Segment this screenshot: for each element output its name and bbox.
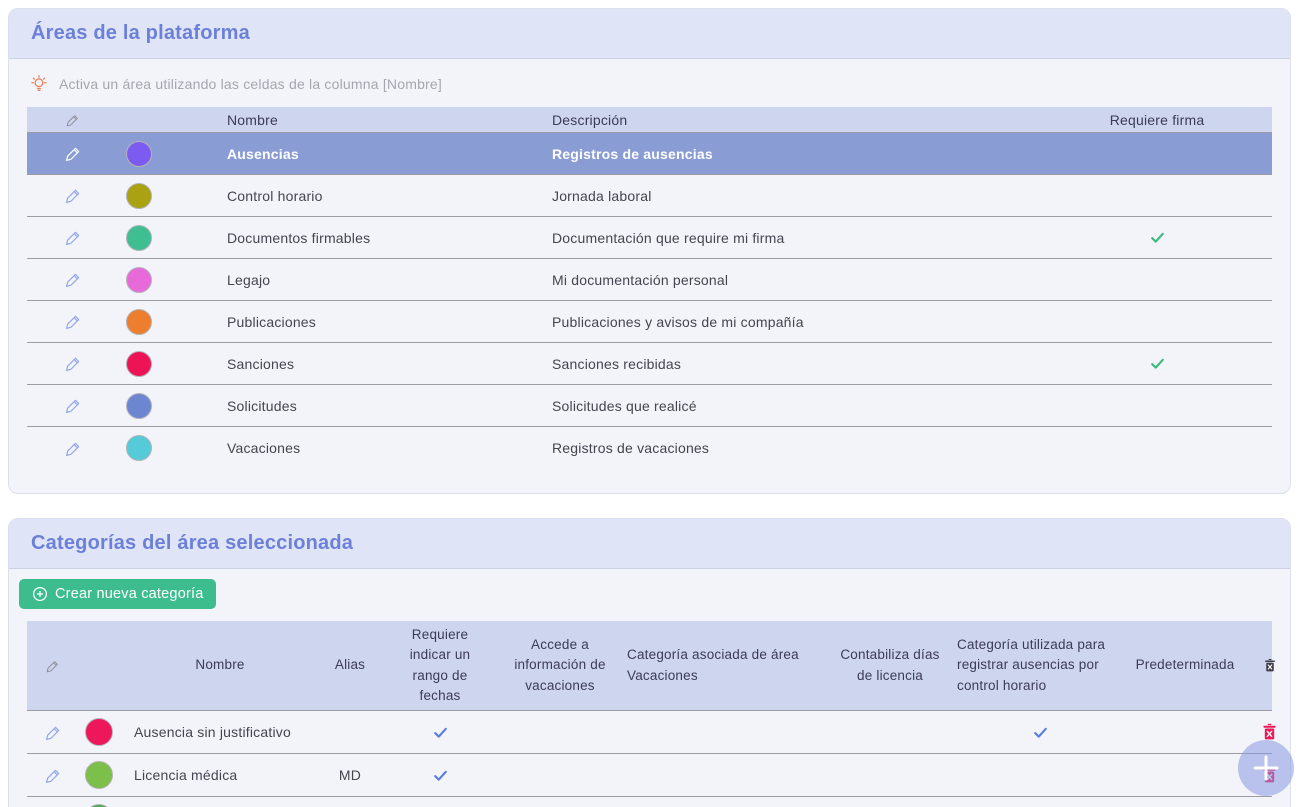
check-icon — [1032, 724, 1049, 741]
descripcion-column-header: Descripción — [534, 112, 1042, 128]
areas-panel: Áreas de la plataforma Activa un área ut… — [8, 8, 1291, 494]
edit-area-pencil-icon[interactable] — [64, 186, 83, 205]
check-icon — [1149, 355, 1166, 372]
alias-column-header: Alias — [315, 651, 385, 679]
plus-icon — [1251, 753, 1281, 783]
edit-area-pencil-icon[interactable] — [64, 270, 83, 289]
predeterminada-column-header: Predeterminada — [1125, 651, 1245, 679]
category-alias-cell: MD — [315, 767, 385, 783]
color-column-header — [79, 662, 125, 670]
plus-circle-icon — [32, 586, 48, 602]
area-row: Control horarioJornada laboral — [27, 175, 1272, 217]
area-description-cell: Mi documentación personal — [534, 272, 1042, 288]
areas-table-body: AusenciasRegistros de ausenciasControl h… — [27, 133, 1272, 469]
edit-category-pencil-icon[interactable] — [44, 766, 63, 785]
edit-area-pencil-icon[interactable] — [64, 354, 83, 373]
area-color-swatch — [126, 141, 152, 167]
area-name-cell[interactable]: Solicitudes — [209, 398, 534, 414]
accede-vacaciones-column-header: Accede a información de vacaciones — [495, 631, 625, 700]
nombre-column-header: Nombre — [125, 651, 315, 679]
area-row: AusenciasRegistros de ausencias — [27, 133, 1272, 175]
edit-area-pencil-icon[interactable] — [64, 439, 83, 458]
area-description-cell: Registros de vacaciones — [534, 440, 1042, 456]
areas-table-header: Nombre Descripción Requiere firma — [27, 107, 1272, 133]
area-color-swatch — [126, 309, 152, 335]
edit-area-pencil-icon[interactable] — [64, 228, 83, 247]
categories-table-header: Nombre Alias Requiere indicar un rango d… — [27, 621, 1272, 711]
area-color-swatch — [126, 225, 152, 251]
area-name-cell[interactable]: Legajo — [209, 272, 534, 288]
categories-table: Nombre Alias Requiere indicar un rango d… — [27, 621, 1272, 807]
area-description-cell: Sanciones recibidas — [534, 356, 1042, 372]
edit-area-pencil-icon[interactable] — [64, 312, 83, 331]
area-color-swatch — [126, 183, 152, 209]
check-icon — [1149, 229, 1166, 246]
control-horario-column-header: Categoría utilizada para registrar ausen… — [955, 631, 1125, 700]
categories-panel: Categorías del área seleccionada Crear n… — [8, 518, 1291, 807]
area-description-cell: Documentación que require mi firma — [534, 230, 1042, 246]
delete-category-trash-icon[interactable] — [1262, 723, 1277, 741]
area-color-swatch — [126, 351, 152, 377]
area-name-cell[interactable]: Documentos firmables — [209, 230, 534, 246]
categories-panel-title: Categorías del área seleccionada — [31, 532, 353, 555]
area-row: Documentos firmablesDocumentación que re… — [27, 217, 1272, 259]
area-name-cell[interactable]: Control horario — [209, 188, 534, 204]
area-name-cell[interactable]: Sanciones — [209, 356, 534, 372]
area-color-swatch — [126, 267, 152, 293]
area-description-cell: Registros de ausencias — [534, 146, 1042, 162]
nombre-column-header: Nombre — [209, 112, 534, 128]
category-color-swatch — [85, 761, 113, 789]
categories-panel-header: Categorías del área seleccionada — [9, 519, 1290, 569]
delete-column-trash-icon — [1245, 658, 1294, 673]
area-row: SancionesSanciones recibidas — [27, 343, 1272, 385]
category-color-swatch — [85, 718, 113, 746]
area-description-cell: Jornada laboral — [534, 188, 1042, 204]
areas-hint: Activa un área utilizando las celdas de … — [9, 59, 1290, 107]
area-name-cell[interactable]: Vacaciones — [209, 440, 534, 456]
area-row: LegajoMi documentación personal — [27, 259, 1272, 301]
areas-panel-title: Áreas de la plataforma — [31, 22, 250, 45]
requiere-firma-column-header: Requiere firma — [1042, 112, 1272, 128]
area-color-swatch — [126, 393, 152, 419]
edit-area-pencil-icon[interactable] — [64, 396, 83, 415]
category-name-cell: Ausencia sin justificativo — [125, 724, 315, 740]
categoria-asociada-column-header: Categoría asociada de área Vacaciones — [625, 641, 825, 690]
edit-area-pencil-icon[interactable] — [64, 144, 83, 163]
area-name-cell[interactable]: Ausencias — [209, 146, 534, 162]
rango-fechas-column-header: Requiere indicar un rango de fechas — [385, 621, 495, 710]
area-description-cell: Publicaciones y avisos de mi compañía — [534, 314, 1042, 330]
area-description-cell: Solicitudes que realicé — [534, 398, 1042, 414]
check-icon — [432, 767, 449, 784]
area-row: VacacionesRegistros de vacaciones — [27, 427, 1272, 469]
category-name-cell: Licencia médica — [125, 767, 315, 783]
check-icon — [432, 724, 449, 741]
create-category-button-label: Crear nueva categoría — [55, 586, 203, 602]
edit-category-pencil-icon[interactable] — [44, 723, 63, 742]
area-row: PublicacionesPublicaciones y avisos de m… — [27, 301, 1272, 343]
edit-column-pencil-icon — [27, 112, 119, 128]
areas-panel-header: Áreas de la plataforma — [9, 9, 1290, 59]
lightbulb-icon — [29, 74, 49, 94]
areas-hint-text: Activa un área utilizando las celdas de … — [59, 76, 442, 92]
add-floating-button[interactable] — [1238, 740, 1294, 796]
category-row: Ausencia sin justificativo — [27, 711, 1272, 754]
area-name-cell[interactable]: Publicaciones — [209, 314, 534, 330]
create-category-button[interactable]: Crear nueva categoría — [19, 579, 216, 609]
category-row: Licencia médicaMD — [27, 754, 1272, 797]
categories-table-body: Ausencia sin justificativo Licencia médic… — [27, 711, 1272, 807]
area-color-swatch — [126, 435, 152, 461]
edit-column-pencil-icon — [27, 658, 79, 674]
area-row: SolicitudesSolicitudes que realicé — [27, 385, 1272, 427]
category-row: Licencia para cuidado de un — [27, 797, 1272, 807]
contabiliza-dias-column-header: Contabiliza días de licencia — [825, 641, 955, 690]
areas-table: Nombre Descripción Requiere firma Ausenc… — [27, 107, 1272, 469]
